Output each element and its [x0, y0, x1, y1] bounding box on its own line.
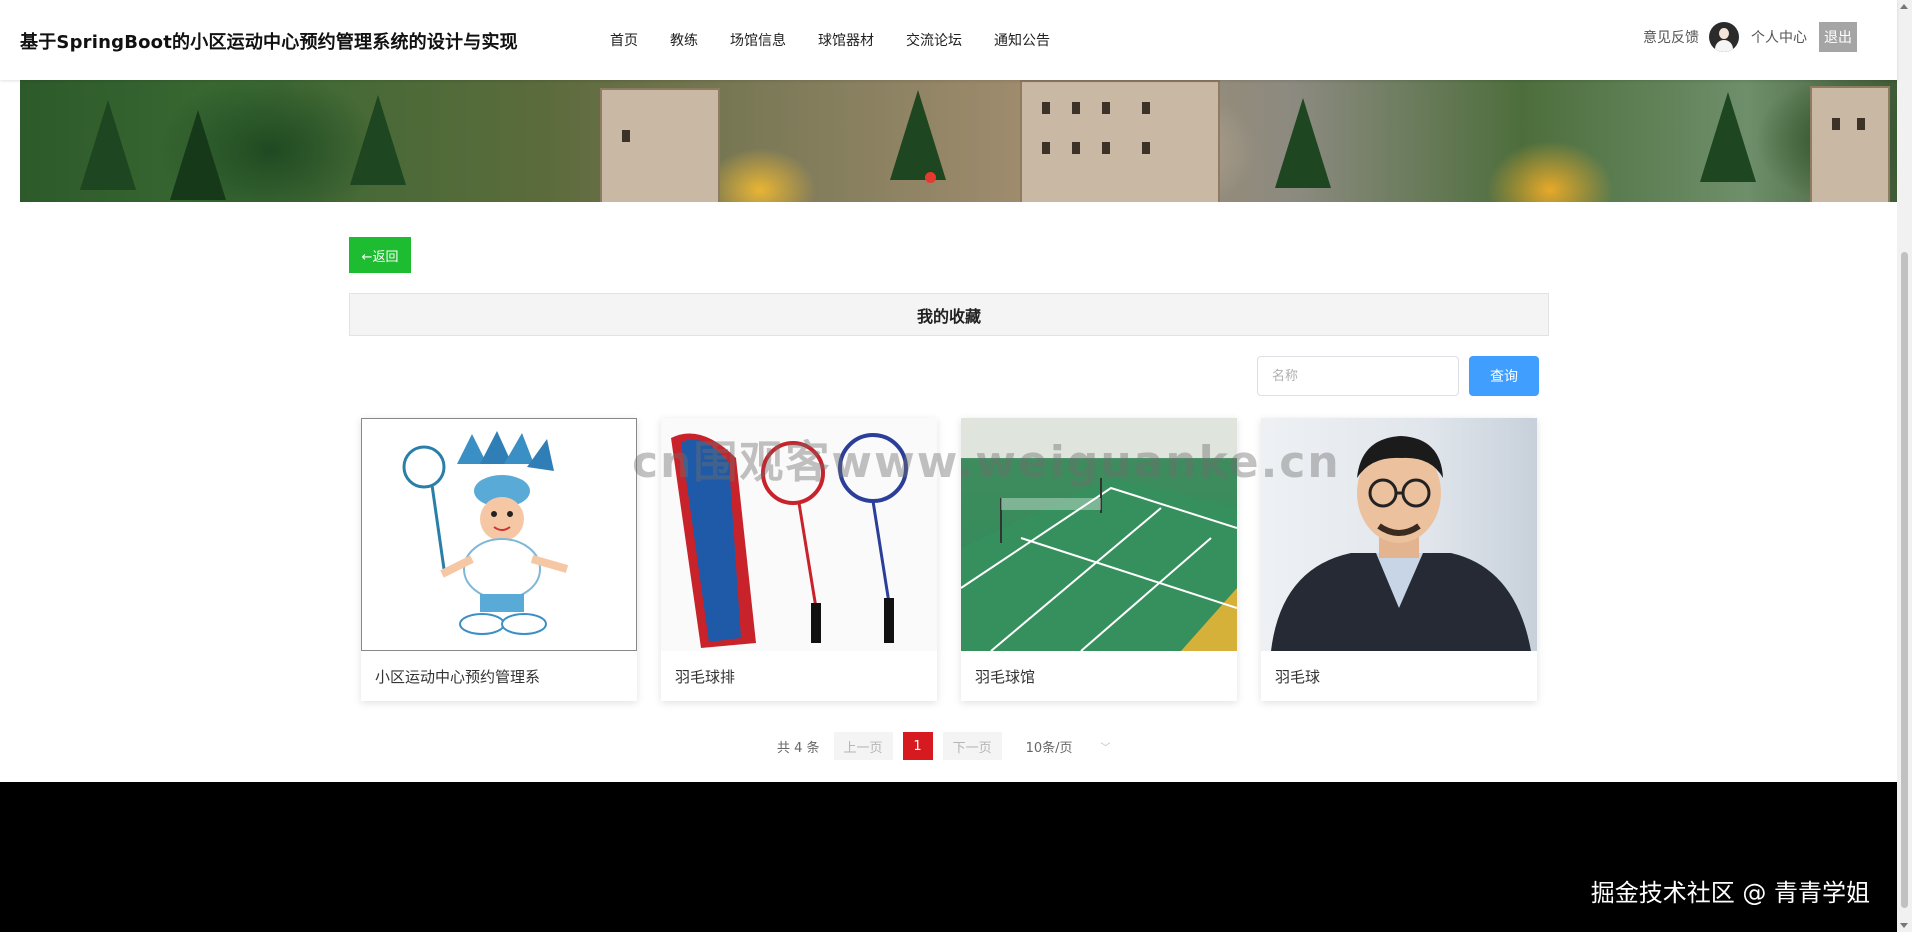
card-image-rackets — [661, 418, 937, 651]
nav-item-equipment[interactable]: 球馆器材 — [818, 30, 874, 50]
banner-tree — [170, 110, 226, 200]
card-image-court — [961, 418, 1237, 651]
main-nav: 首页 教练 场馆信息 球馆器材 交流论坛 通知公告 — [610, 30, 1082, 50]
page-number-current[interactable]: 1 — [902, 732, 933, 760]
badminton-court-illustration — [961, 418, 1237, 651]
scroll-down-arrow-icon[interactable] — [1900, 923, 1908, 928]
back-button[interactable]: ←返回 — [349, 237, 411, 273]
section-title: 我的收藏 — [916, 306, 981, 326]
card-image-mascot — [361, 418, 637, 651]
scrollbar-thumb[interactable] — [1901, 252, 1908, 908]
badminton-rackets-illustration — [671, 433, 908, 648]
search-input[interactable] — [1257, 356, 1459, 396]
banner-tree — [890, 90, 946, 180]
pagination-total: 共 4 条 — [777, 740, 820, 756]
banner-carousel — [20, 80, 1897, 202]
nav-item-home[interactable]: 首页 — [610, 30, 638, 50]
scroll-up-arrow-icon[interactable] — [1900, 4, 1908, 9]
banner-house — [1810, 86, 1890, 202]
banner-tree — [80, 100, 136, 190]
next-page-button[interactable]: 下一页 — [942, 732, 1002, 760]
feedback-link[interactable]: 意见反馈 — [1643, 27, 1699, 47]
prev-page-button[interactable]: 上一页 — [833, 732, 893, 760]
man-portrait-illustration — [1271, 436, 1531, 651]
banner-tree — [1275, 98, 1331, 188]
banner-tree — [350, 95, 406, 185]
top-header: 基于SpringBoot的小区运动中心预约管理系统的设计与实现 首页 教练 场馆… — [0, 0, 1897, 80]
badminton-mascot-illustration — [402, 431, 569, 635]
favorite-card[interactable]: 羽毛球排 — [661, 418, 937, 701]
favorite-card[interactable]: 羽毛球馆 — [961, 418, 1237, 701]
nav-item-venues[interactable]: 场馆信息 — [730, 30, 786, 50]
favorites-list: 小区运动中心预约管理系 羽毛球排 羽毛球馆 羽毛球 — [361, 418, 1541, 701]
favorite-card[interactable]: 羽毛球 — [1261, 418, 1537, 701]
site-title: 基于SpringBoot的小区运动中心预约管理系统的设计与实现 — [20, 32, 518, 53]
profile-link[interactable]: 个人中心 — [1751, 27, 1807, 47]
banner-house — [600, 88, 720, 202]
nav-item-forum[interactable]: 交流论坛 — [906, 30, 962, 50]
card-image-portrait — [1261, 418, 1537, 651]
pagination: 共 4 条 上一页 1 下一页 10条/页 ﹀ — [777, 732, 1111, 760]
carousel-indicator-dot[interactable] — [925, 172, 936, 183]
favorite-card[interactable]: 小区运动中心预约管理系 — [361, 418, 637, 701]
search-button[interactable]: 查询 — [1469, 356, 1539, 396]
page-scrollbar[interactable] — [1897, 0, 1912, 932]
chevron-down-icon: ﹀ — [1100, 742, 1111, 754]
avatar[interactable] — [1709, 22, 1739, 52]
page-size-select[interactable]: 10条/页 ﹀ — [1026, 737, 1111, 756]
logout-button[interactable]: 退出 — [1819, 22, 1857, 52]
card-title: 羽毛球馆 — [975, 667, 1036, 686]
header-user-area: 意见反馈 个人中心 退出 — [1643, 22, 1857, 52]
section-header: 我的收藏 — [349, 293, 1549, 336]
card-title: 羽毛球 — [1275, 667, 1321, 686]
banner-house — [1020, 80, 1220, 202]
page-size-value: 10条/页 — [1025, 740, 1073, 756]
banner-tree — [1700, 92, 1756, 182]
card-title: 羽毛球排 — [675, 667, 736, 686]
footer: 掘金技术社区 @ 青青学姐 — [0, 782, 1897, 932]
nav-item-notices[interactable]: 通知公告 — [994, 30, 1050, 50]
footer-credit: 掘金技术社区 @ 青青学姐 — [1590, 879, 1870, 907]
card-title: 小区运动中心预约管理系 — [375, 667, 541, 686]
nav-item-coaches[interactable]: 教练 — [670, 30, 698, 50]
